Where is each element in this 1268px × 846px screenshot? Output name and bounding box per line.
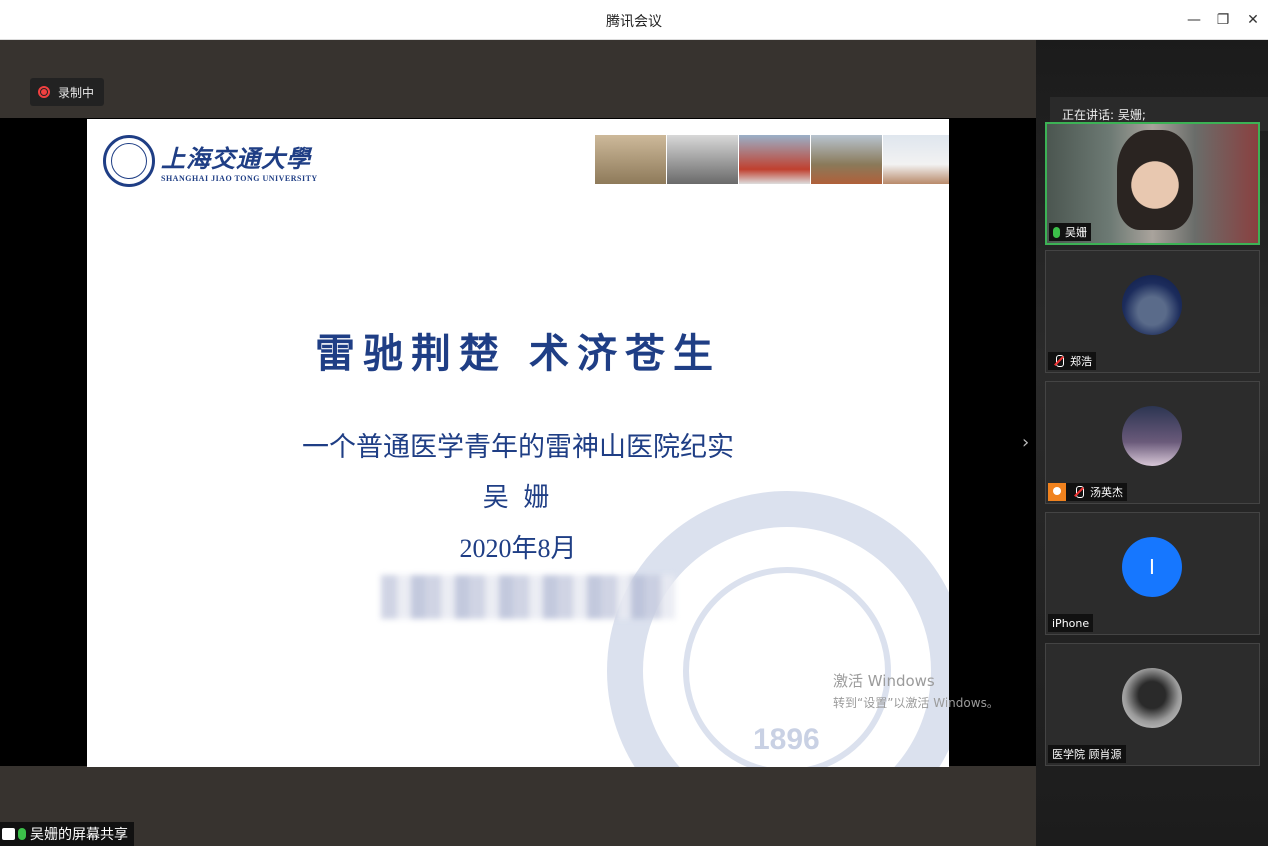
minimize-button[interactable]: — <box>1183 9 1205 31</box>
mic-muted-icon <box>1072 486 1086 498</box>
participant-name: 吴姗 <box>1065 226 1087 239</box>
participant-name: 汤英杰 <box>1090 486 1123 499</box>
slide-author: 吴 姗 <box>482 483 554 512</box>
participant-name: 郑浩 <box>1070 355 1092 368</box>
slide-date: 2020年8月 <box>459 534 577 563</box>
watermark-line1: 激活 Windows <box>833 672 935 690</box>
mic-icon <box>18 828 26 840</box>
chevron-right-icon[interactable]: › <box>1022 432 1029 453</box>
mic-muted-icon <box>1052 355 1066 367</box>
recording-label: 录制中 <box>58 85 95 100</box>
campus-photo <box>595 135 666 184</box>
participant-tile[interactable]: 医学院 顾肖源 <box>1045 643 1260 766</box>
campus-photo <box>739 135 810 184</box>
windows-activation-watermark: 激活 Windows 转到“设置”以激活 Windows。 <box>833 670 999 711</box>
avatar <box>1122 406 1182 466</box>
participant-tile[interactable]: I iPhone <box>1045 512 1260 635</box>
mic-on-icon <box>1053 226 1060 238</box>
screen-share-icon <box>2 828 15 840</box>
university-seal-icon <box>103 135 155 187</box>
avatar <box>1122 275 1182 335</box>
window-title: 腾讯会议 <box>606 14 662 30</box>
participant-label: 汤英杰 <box>1048 483 1127 501</box>
participant-face <box>1117 130 1193 230</box>
participant-tile[interactable]: 郑浩 <box>1045 250 1260 373</box>
campus-photo <box>811 135 882 184</box>
record-icon <box>38 86 50 98</box>
campus-photo <box>883 135 949 184</box>
restore-button[interactable]: ❐ <box>1212 9 1234 31</box>
participant-label: 医学院 顾肖源 <box>1048 745 1126 763</box>
watermark-line2: 转到“设置”以激活 Windows。 <box>833 696 999 710</box>
participant-label: 吴姗 <box>1049 223 1091 241</box>
avatar: I <box>1122 537 1182 597</box>
title-bar: 腾讯会议 — ❐ ✕ <box>0 0 1268 40</box>
participant-name: iPhone <box>1052 616 1090 630</box>
campus-photo-strip <box>595 135 949 184</box>
participant-tile[interactable]: 吴姗 <box>1045 122 1260 245</box>
university-logo: 上海交通大學 SHANGHAI JIAO TONG UNIVERSITY <box>103 135 318 187</box>
slide-title: 雷驰荆楚 术济苍生 <box>315 330 721 377</box>
participant-tile[interactable]: 汤英杰 <box>1045 381 1260 504</box>
slide-subtitle: 一个普通医学青年的雷神山医院纪实 <box>302 432 734 462</box>
avatar <box>1122 668 1182 728</box>
logo-chinese-name: 上海交通大學 <box>161 144 311 173</box>
participant-label: 郑浩 <box>1048 352 1096 370</box>
participant-label: iPhone <box>1048 614 1094 632</box>
redacted-text <box>381 575 675 619</box>
screen-share-text: 吴姗的屏幕共享 <box>30 827 128 843</box>
logo-english-name: SHANGHAI JIAO TONG UNIVERSITY <box>161 174 318 183</box>
participant-name: 医学院 顾肖源 <box>1052 748 1122 761</box>
host-icon <box>1048 483 1066 501</box>
shared-slide: 1896 上海交通大學 SHANGHAI JIAO TONG UNIVERSIT… <box>87 119 949 767</box>
campus-photo <box>667 135 738 184</box>
screen-share-label: 吴姗的屏幕共享 <box>0 822 134 846</box>
recording-indicator[interactable]: 录制中 <box>30 78 105 106</box>
seal-year: 1896 <box>753 723 820 756</box>
close-button[interactable]: ✕ <box>1242 9 1264 31</box>
